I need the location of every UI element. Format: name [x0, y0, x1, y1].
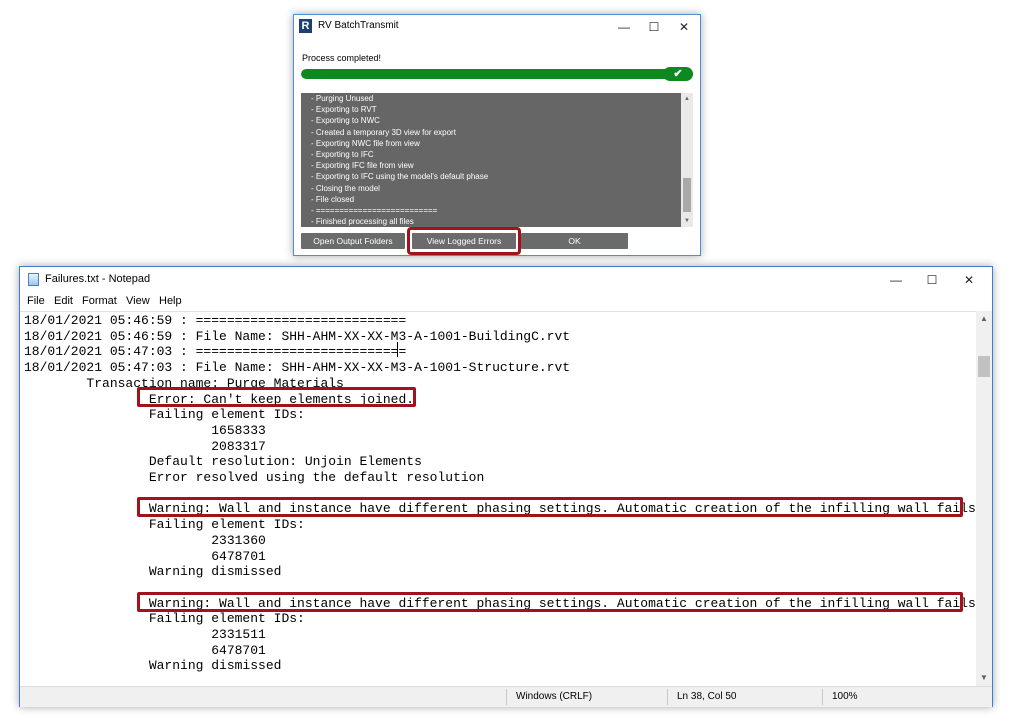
text-line: Default resolution: Unjoin Elements [24, 454, 422, 470]
app-logo-icon: R [299, 19, 312, 33]
text-line: 18/01/2021 05:47:03 : ==================… [24, 344, 407, 360]
log-line: - Purging Unused [311, 94, 374, 103]
menu-help[interactable]: Help [159, 295, 182, 307]
highlight-box [137, 592, 963, 612]
progress-fill [301, 69, 693, 79]
text-line: 18/01/2021 05:47:03 : File Name: SHH-AHM… [24, 360, 571, 376]
log-scrollbar[interactable]: ▲ ▼ [681, 93, 693, 227]
scroll-up-icon[interactable]: ▲ [681, 93, 693, 105]
log-line: - File closed [311, 194, 355, 204]
scroll-down-icon[interactable]: ▼ [976, 670, 992, 686]
dialog-title: RV BatchTransmit [318, 20, 399, 31]
notepad-title-bar[interactable]: Failures.txt - Notepad — ☐ ✕ [20, 267, 992, 293]
cursor-position: Ln 38, Col 50 [677, 691, 737, 702]
text-line: Warning dismissed [24, 564, 282, 580]
log-line: - Exporting to IFC using the model's def… [311, 172, 489, 182]
text-line: 18/01/2021 05:46:59 : ==================… [24, 313, 407, 328]
scroll-thumb[interactable] [683, 178, 691, 212]
vertical-scrollbar[interactable]: ▲ ▼ [976, 311, 992, 686]
text-line: 1658333 [24, 422, 266, 438]
log-line: - Exporting to RVT [311, 105, 377, 115]
log-line: - Exporting NWC file from view [311, 138, 420, 148]
close-button[interactable]: ✕ [670, 18, 698, 36]
highlight-box [137, 387, 416, 407]
log-line: - Finished processing all files [311, 217, 414, 227]
menu-view[interactable]: View [126, 295, 150, 307]
log-line: - Created a temporary 3D view for export [311, 127, 456, 137]
close-button[interactable]: ✕ [955, 271, 983, 289]
scroll-down-icon[interactable]: ▼ [681, 215, 693, 227]
highlight-box [137, 497, 963, 517]
ok-button[interactable]: OK [521, 233, 628, 249]
notepad-window: Failures.txt - Notepad — ☐ ✕ File Edit F… [19, 266, 993, 707]
text-line: 6478701 [24, 548, 266, 564]
dialog-title-bar[interactable]: R RV BatchTransmit — ☐ ✕ [294, 15, 700, 39]
encoding-status: Windows (CRLF) [516, 691, 593, 702]
text-line: 2083317 [24, 438, 266, 454]
menu-edit[interactable]: Edit [54, 295, 73, 307]
zoom-level: 100% [832, 691, 858, 702]
highlight-box [407, 227, 521, 255]
maximize-button[interactable]: ☐ [640, 18, 668, 36]
text-line: 2331511 [24, 627, 266, 642]
log-line: - Exporting IFC file from view [311, 161, 414, 171]
process-log[interactable]: - Purging Unused - Exporting to RVT - Expo… [301, 93, 681, 227]
log-line: - Exporting to IFC [311, 150, 374, 160]
open-output-folders-button[interactable]: Open Output Folders [301, 233, 405, 249]
text-line: 18/01/2021 05:46:59 : File Name: SHH-AHM… [24, 328, 571, 344]
log-line: - Exporting to NWC [311, 116, 380, 126]
notepad-title: Failures.txt - Notepad [45, 273, 151, 285]
menu-format[interactable]: Format [82, 295, 117, 307]
maximize-button[interactable]: ☐ [918, 271, 946, 289]
status-divider [506, 689, 507, 705]
text-line: Failing element IDs: [24, 611, 305, 627]
status-divider [822, 689, 823, 705]
text-line: Error resolved using the default resolut… [24, 470, 485, 485]
notepad-icon [28, 273, 39, 286]
text-line: Failing element IDs: [24, 517, 305, 533]
status-bar: Windows (CRLF) Ln 38, Col 50 100% [20, 686, 992, 707]
log-line: - Closing the model [311, 183, 380, 193]
progress-bar [301, 69, 693, 79]
menu-file[interactable]: File [27, 295, 45, 307]
menu-bar: File Edit Format View Help [20, 293, 992, 311]
process-status: Process completed! [302, 53, 382, 63]
minimize-button[interactable]: — [882, 271, 910, 289]
status-divider [667, 689, 668, 705]
text-line: 2331360 [24, 532, 266, 548]
batch-transmit-dialog: R RV BatchTransmit — ☐ ✕ Process complet… [293, 14, 701, 256]
text-line: Failing element IDs: [24, 407, 305, 423]
scroll-thumb[interactable] [978, 356, 990, 377]
checkmark-icon: ✔ [663, 67, 693, 81]
log-line: - ========================== [311, 206, 438, 216]
minimize-button[interactable]: — [610, 18, 638, 36]
text-line: Warning dismissed [24, 658, 282, 674]
scroll-up-icon[interactable]: ▲ [976, 311, 992, 327]
text-line: 6478701 [24, 642, 266, 658]
